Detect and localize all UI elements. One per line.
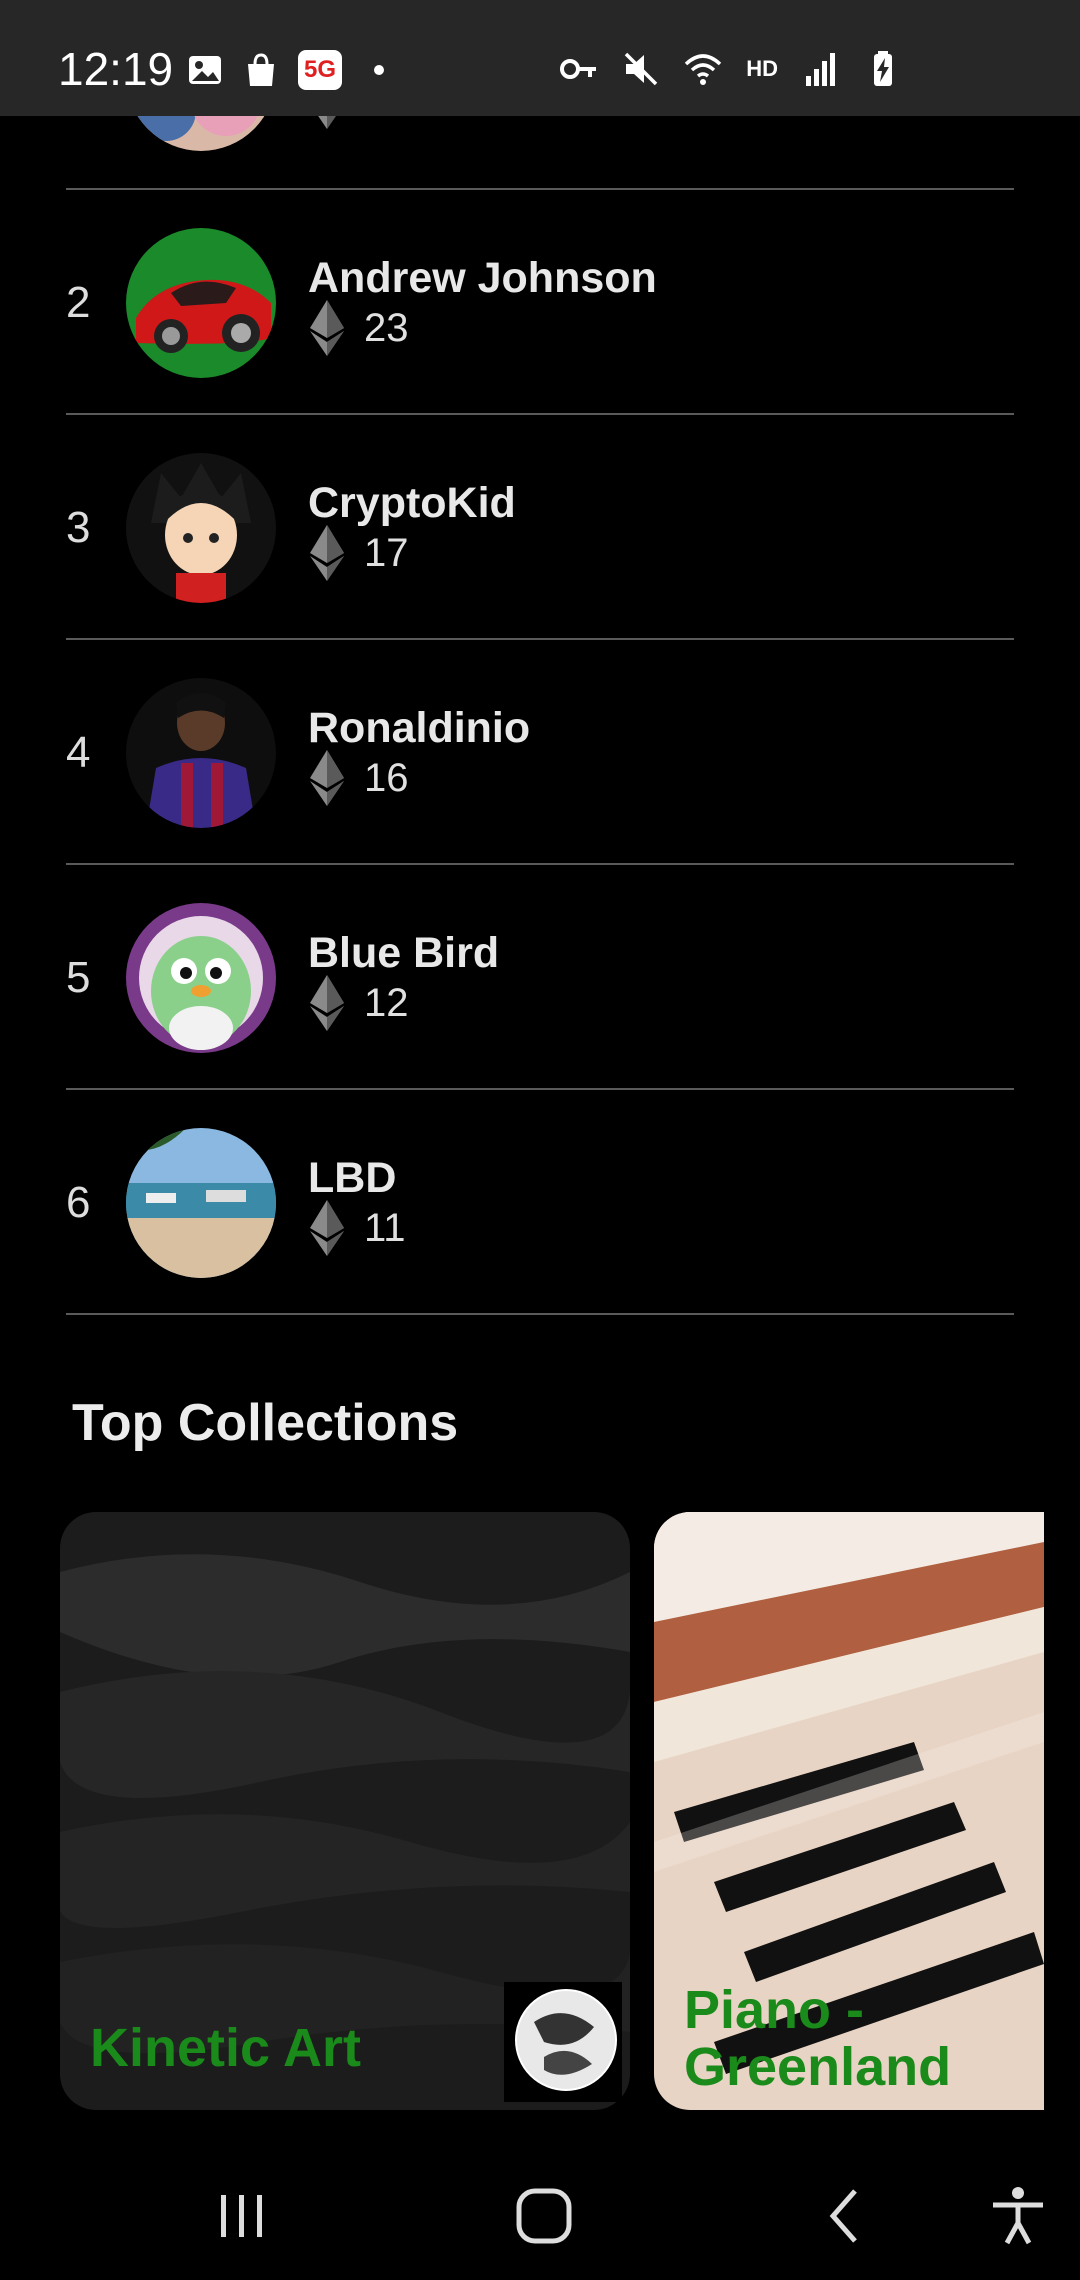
recent-apps-icon	[221, 2195, 262, 2237]
rank-number: 6	[66, 1177, 91, 1227]
divider	[66, 1313, 1014, 1315]
navigation-bar	[0, 2148, 1080, 2280]
score-value: 16	[364, 755, 409, 800]
notification-icons: 5G	[186, 50, 398, 90]
section-title: Top Collections	[72, 1394, 459, 1452]
mute-icon	[622, 50, 660, 88]
score: 17	[310, 525, 409, 581]
list-item[interactable]: 6 LBD 11	[66, 1090, 1014, 1315]
user-name: CryptoKid	[308, 479, 516, 527]
5g-app-icon: 5G	[298, 50, 342, 90]
score-value: 17	[364, 530, 409, 575]
score-value: 11	[364, 1205, 406, 1250]
user-name: Andrew Johnson	[308, 254, 657, 302]
ethereum-icon	[310, 1200, 344, 1256]
score-value: 12	[364, 980, 409, 1025]
score: 11	[310, 1200, 406, 1256]
score-value: 23	[364, 305, 409, 350]
collection-card[interactable]: Piano - Greenland	[654, 1512, 1044, 2110]
back-icon	[829, 2189, 857, 2243]
user-name: Ronaldinio	[308, 704, 531, 752]
vpn-key-icon	[560, 50, 598, 88]
system-icons: HD	[560, 50, 902, 88]
accessibility-icon	[993, 2187, 1043, 2245]
accessibility-button[interactable]	[978, 2176, 1058, 2256]
gallery-icon	[186, 51, 224, 89]
score: 23	[310, 300, 409, 356]
ethereum-icon	[310, 750, 344, 806]
recent-apps-button[interactable]	[202, 2176, 282, 2256]
status-time: 12:19	[58, 43, 174, 95]
collection-card[interactable]: Kinetic Art	[60, 1512, 630, 2110]
rank-number: 3	[66, 502, 91, 552]
rank-number: 4	[66, 727, 91, 777]
status-bar: 12:19 5G HD	[0, 0, 1080, 116]
avatar	[126, 228, 276, 378]
collection-title: Kinetic Art	[90, 2018, 362, 2078]
rank-number: 2	[66, 277, 91, 327]
list-item[interactable]: 2 Andrew Johnson 23	[66, 190, 1014, 415]
user-name: Blue Bird	[308, 929, 500, 977]
ethereum-icon	[310, 975, 344, 1031]
score: 12	[310, 975, 409, 1031]
list-item[interactable]: 5 Blue Bird 12	[66, 865, 1014, 1090]
signal-icon	[802, 50, 840, 88]
list-item[interactable]: 4 Ronaldinio 16	[66, 640, 1014, 865]
score: 16	[310, 750, 409, 806]
avatar	[126, 678, 276, 828]
screen: 23 2 Andrew Johnson 23	[0, 0, 1080, 2280]
home-button[interactable]	[504, 2176, 584, 2256]
collection-title: Piano - Greenland	[684, 1980, 952, 2097]
avatar	[126, 903, 276, 1053]
user-name: LBD	[308, 1154, 397, 1202]
home-icon	[516, 2188, 572, 2244]
collection-thumbnail	[504, 1982, 622, 2102]
network-label: HD	[746, 56, 778, 81]
avatar	[126, 453, 276, 603]
rank-number: 5	[66, 952, 91, 1002]
ethereum-icon	[310, 525, 344, 581]
wifi-icon	[684, 50, 722, 88]
back-button[interactable]	[806, 2176, 886, 2256]
list-item[interactable]: 3 CryptoKid 17	[66, 415, 1014, 640]
battery-charging-icon	[864, 50, 902, 88]
dot-icon	[360, 51, 398, 89]
ethereum-icon	[310, 300, 344, 356]
shopping-bag-icon	[242, 51, 280, 89]
avatar	[126, 1128, 276, 1278]
